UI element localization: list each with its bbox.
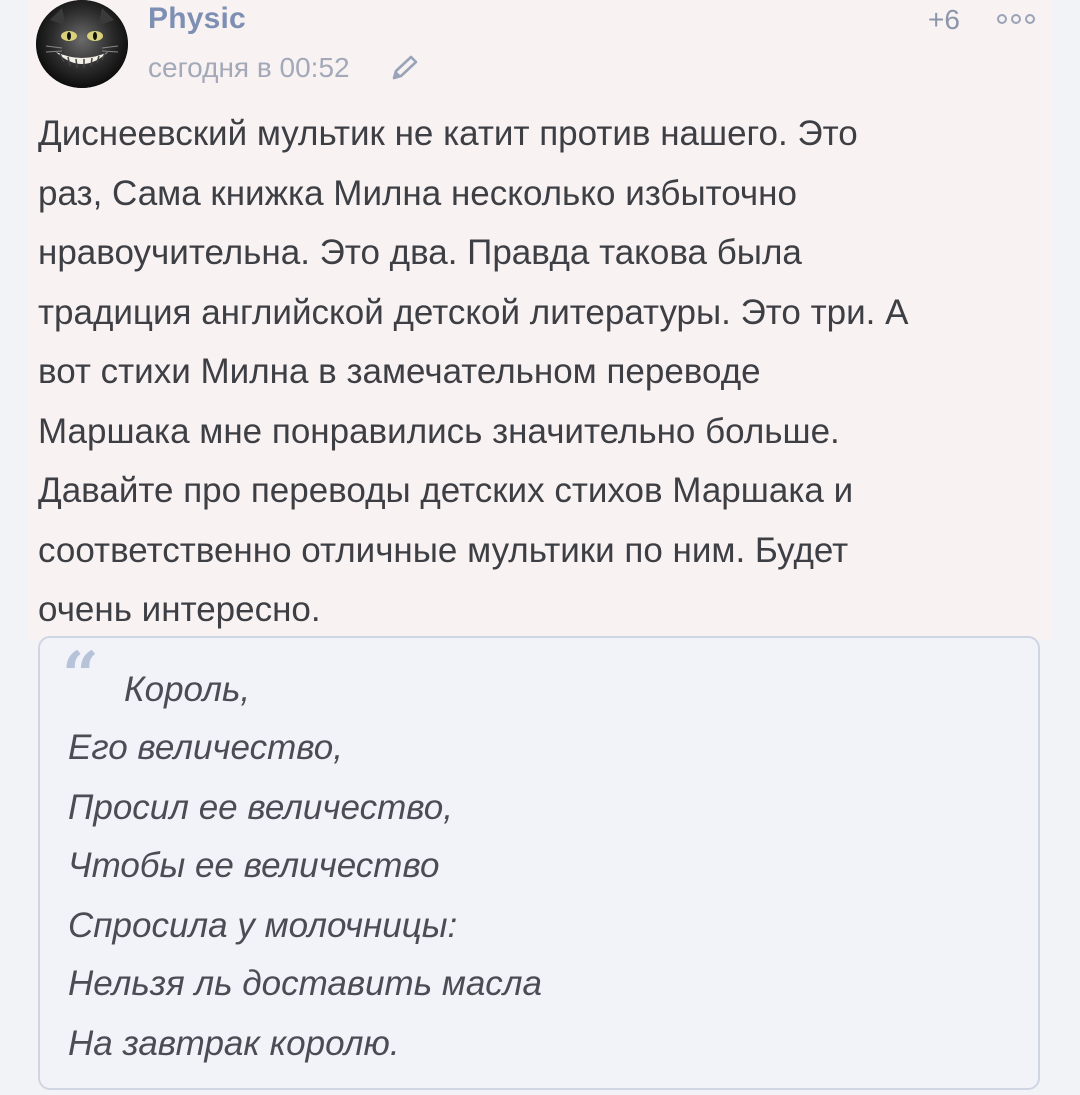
cheshire-cat-icon [36,0,128,88]
quote-line: Нельзя ль доставить масла [68,964,543,1003]
quote-line: Король, [124,670,251,709]
more-dots-icon[interactable] [996,12,1040,24]
comment-body-line: нравоучительна. Это два. Правда такова б… [38,233,802,272]
comment-body-line: традиция английской детской литературы. … [38,292,909,332]
comment-body: Диснеевский мультик не катит против наше… [38,104,1038,640]
avatar[interactable] [36,0,128,88]
pencil-icon[interactable] [390,54,422,82]
comment-body-line: Диснеевский мультик не катит против наше… [38,114,858,153]
comment-timestamp[interactable]: сегодня в 00:52 [148,52,350,84]
quote-line: Чтобы ее величество [68,846,440,885]
comment-page: Physic сегодня в 00:52 +6 Диснеевский му… [0,0,1080,1095]
quote-line: Его величество, [68,728,343,767]
comment-rating: +6 [928,4,960,35]
quote-block: “ Король, Его величество, Просил ее вели… [38,636,1040,1090]
comment-body-line: вот стихи Милна в замечательном переводе [38,352,761,391]
quote-line: Просил ее величество, [68,788,453,827]
comment-body-line: раз, Сама книжка Милна несколько избыточ… [38,173,797,213]
author-name[interactable]: Physic [148,2,246,36]
comment-body-line: соответственно отличные мультики по ним.… [38,530,849,570]
quote-line: На завтрак королю. [68,1024,400,1063]
quote-line: Спросила у молочницы: [68,906,458,945]
comment-body-line: очень интересно. [38,590,321,629]
comment-body-line: Давайте про переводы детских стихов Марш… [38,471,854,510]
quote-mark-icon: “ [62,638,99,713]
comment-body-line: Маршака мне понравились значительно боль… [38,411,840,451]
